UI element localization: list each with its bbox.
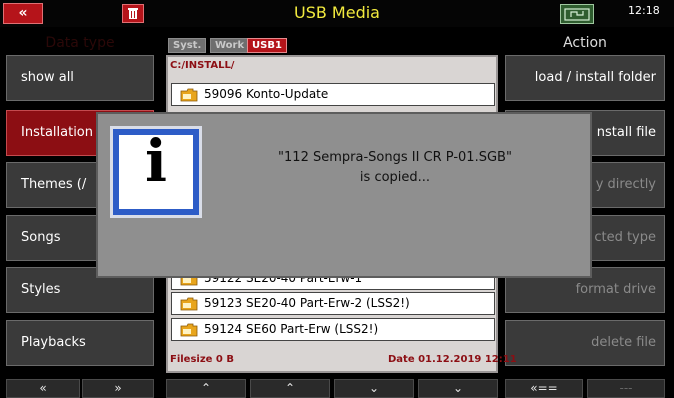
- info-glyph: i: [144, 127, 168, 195]
- file-list-item[interactable]: 59123 SE20-40 Part-Erw-2 (LSS2!): [171, 292, 495, 315]
- file-date: Date 01.12.2019 12:11: [388, 354, 517, 365]
- datatype-playbacks-button[interactable]: Playbacks: [6, 320, 154, 366]
- file-size: Filesize 0 B: [170, 354, 234, 365]
- current-path: C:/INSTALL/: [170, 60, 235, 71]
- page-up-button[interactable]: ⌃: [250, 379, 330, 398]
- tab-usb1[interactable]: USB1: [247, 38, 287, 53]
- folder-icon: [180, 323, 198, 337]
- prev-folder-button[interactable]: «==: [505, 379, 583, 398]
- dialog-message-line1: "112 Sempra-Songs II CR P-01.SGB": [278, 150, 512, 165]
- page-top-button[interactable]: ⌃: [166, 379, 246, 398]
- tab-work[interactable]: Work: [210, 38, 250, 53]
- tab-syst[interactable]: Syst.: [168, 38, 207, 53]
- back-button[interactable]: «: [3, 3, 43, 24]
- file-name: 59123 SE20-40 Part-Erw-2 (LSS2!): [204, 296, 410, 310]
- file-list-item[interactable]: 59096 Konto-Update: [171, 83, 495, 106]
- folder-icon: [180, 88, 198, 102]
- file-name: 59096 Konto-Update: [204, 87, 329, 101]
- load-install-folder-button[interactable]: load / install folder: [505, 55, 665, 101]
- data-type-header: Data type: [45, 35, 115, 51]
- disabled-button: ---: [587, 379, 665, 398]
- scroll-down-fast-button[interactable]: »: [82, 379, 154, 398]
- datatype-show-all-button[interactable]: show all: [6, 55, 154, 101]
- dialog-message-line2: is copied...: [359, 170, 431, 185]
- page-end-button[interactable]: ⌄: [418, 379, 498, 398]
- trash-icon[interactable]: [122, 4, 144, 23]
- clock: 12:18: [628, 4, 660, 17]
- page-down-button[interactable]: ⌄: [334, 379, 414, 398]
- page-title: USB Media: [294, 3, 380, 22]
- file-name: 59124 SE60 Part-Erw (LSS2!): [204, 322, 379, 336]
- delete-file-button[interactable]: delete file: [505, 320, 665, 366]
- file-list-item[interactable]: 59124 SE60 Part-Erw (LSS2!): [171, 318, 495, 341]
- scroll-up-fast-button[interactable]: «: [6, 379, 80, 398]
- folder-icon: [180, 297, 198, 311]
- usb-icon: [560, 4, 594, 24]
- action-header: Action: [563, 35, 607, 51]
